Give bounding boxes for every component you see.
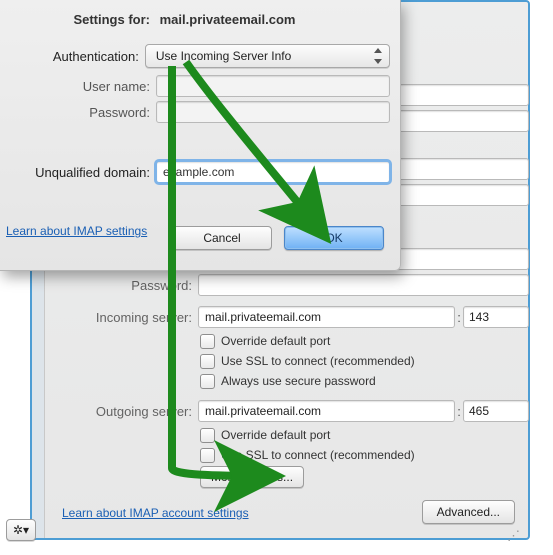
unqualified-domain-field[interactable]: example.com (156, 161, 390, 183)
sheet-password-field[interactable] (156, 101, 390, 123)
smtp-settings-sheet: Settings for: mail.privateemail.com Auth… (0, 0, 401, 271)
incoming-server-label: Incoming server: (44, 310, 198, 325)
outgoing-server-label: Outgoing server: (44, 404, 198, 419)
sheet-title-prefix: Settings for: (0, 12, 156, 27)
updown-arrows-icon (373, 48, 383, 64)
password-field[interactable] (198, 274, 529, 296)
ssl-label: Use SSL to connect (recommended) (221, 448, 415, 462)
learn-imap-settings-link[interactable]: Learn about IMAP settings (6, 224, 147, 238)
outgoing-server-value: mail.privateemail.com (205, 404, 321, 418)
incoming-server-field[interactable]: mail.privateemail.com (198, 306, 455, 328)
port-separator: : (455, 404, 463, 419)
authentication-label: Authentication: (0, 49, 145, 64)
sheet-password-label: Password: (0, 105, 156, 120)
secure-password-checkbox[interactable] (200, 374, 215, 389)
outgoing-port-value: 465 (469, 404, 489, 418)
gear-popup-control[interactable]: ✲▾ (6, 519, 36, 541)
more-options-container: More Options... (200, 466, 304, 488)
gear-icon: ✲▾ (13, 523, 29, 537)
incoming-server-value: mail.privateemail.com (205, 310, 321, 324)
sheet-title-server: mail.privateemail.com (160, 12, 296, 27)
override-port-label: Override default port (221, 334, 330, 348)
unqualified-domain-label: Unqualified domain: (0, 165, 156, 180)
password-label: Password: (44, 278, 198, 293)
override-port-checkbox-incoming[interactable] (200, 334, 215, 349)
advanced-button[interactable]: Advanced... (422, 500, 515, 524)
incoming-port-value: 143 (469, 310, 489, 324)
incoming-port-field[interactable]: 143 (463, 306, 529, 328)
ok-button[interactable]: OK (284, 226, 384, 250)
ssl-checkbox-outgoing[interactable] (200, 448, 215, 463)
override-port-label: Override default port (221, 428, 330, 442)
cancel-button-label: Cancel (203, 231, 240, 245)
sheet-username-field[interactable] (156, 75, 390, 97)
authentication-value: Use Incoming Server Info (156, 49, 291, 63)
port-separator: : (455, 310, 463, 325)
resize-grip-icon[interactable]: ⋰ (507, 529, 520, 542)
sheet-username-label: User name: (0, 79, 156, 94)
cancel-button[interactable]: Cancel (172, 226, 272, 250)
ssl-checkbox-incoming[interactable] (200, 354, 215, 369)
more-options-button[interactable]: More Options... (200, 466, 304, 488)
ok-button-label: OK (325, 231, 342, 245)
outgoing-port-field[interactable]: 465 (463, 400, 529, 422)
authentication-popup[interactable]: Use Incoming Server Info (145, 44, 390, 68)
unqualified-domain-value: example.com (163, 165, 234, 179)
ssl-label: Use SSL to connect (recommended) (221, 354, 415, 368)
outgoing-server-field[interactable]: mail.privateemail.com (198, 400, 455, 422)
more-options-label: More Options... (211, 470, 293, 484)
sheet-title: Settings for: mail.privateemail.com (0, 12, 400, 27)
secure-password-label: Always use secure password (221, 374, 376, 388)
learn-imap-account-link[interactable]: Learn about IMAP account settings (62, 506, 249, 520)
advanced-button-label: Advanced... (437, 505, 500, 519)
override-port-checkbox-outgoing[interactable] (200, 428, 215, 443)
